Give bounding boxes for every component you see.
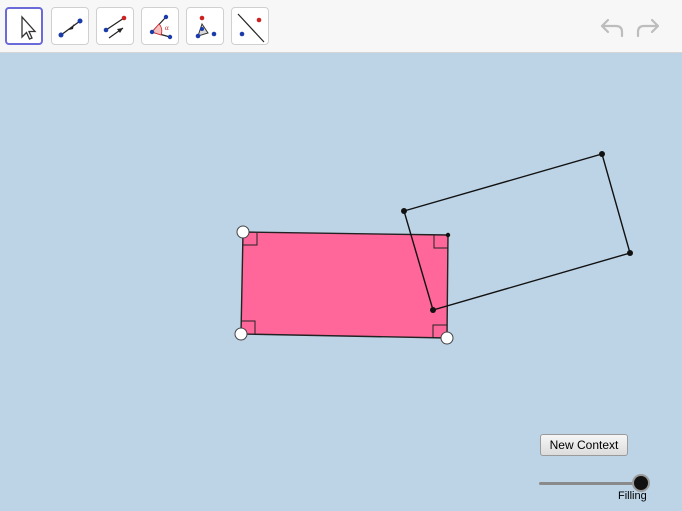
line-point-icon (237, 13, 265, 43)
polygon-tool-button[interactable] (186, 7, 224, 45)
drag-handle[interactable] (234, 327, 248, 341)
svg-text:α: α (165, 24, 169, 32)
new-context-button[interactable]: New Context (540, 434, 628, 456)
vertex-point[interactable] (599, 151, 605, 157)
vertex-point[interactable] (627, 250, 633, 256)
vertex-point[interactable] (445, 232, 451, 238)
filling-slider-track[interactable] (539, 482, 642, 485)
segment-tool-button[interactable] (51, 7, 89, 45)
redo-button[interactable] (634, 12, 664, 40)
vector-icon (103, 15, 127, 39)
filling-slider-knob[interactable] (634, 476, 648, 490)
redo-icon (636, 18, 660, 38)
polygon-point-icon (195, 15, 217, 39)
angle-tool-button[interactable]: α (141, 7, 179, 45)
angle-icon: α (149, 14, 173, 40)
segment-icon (58, 18, 83, 38)
vertex-point[interactable] (430, 307, 436, 313)
arrow-cursor-icon (21, 15, 37, 40)
line-point-tool-button[interactable] (231, 7, 269, 45)
undo-button[interactable] (596, 12, 626, 40)
vector-tool-button[interactable] (96, 7, 134, 45)
filling-slider-label: Filling (618, 490, 647, 502)
toolbar: α (0, 0, 682, 53)
filled-rectangle[interactable] (240, 231, 449, 339)
vertex-point[interactable] (401, 208, 407, 214)
move-tool-button[interactable] (5, 7, 43, 45)
drag-handle[interactable] (440, 331, 454, 345)
undo-icon (600, 18, 624, 38)
drag-handle[interactable] (236, 225, 250, 239)
